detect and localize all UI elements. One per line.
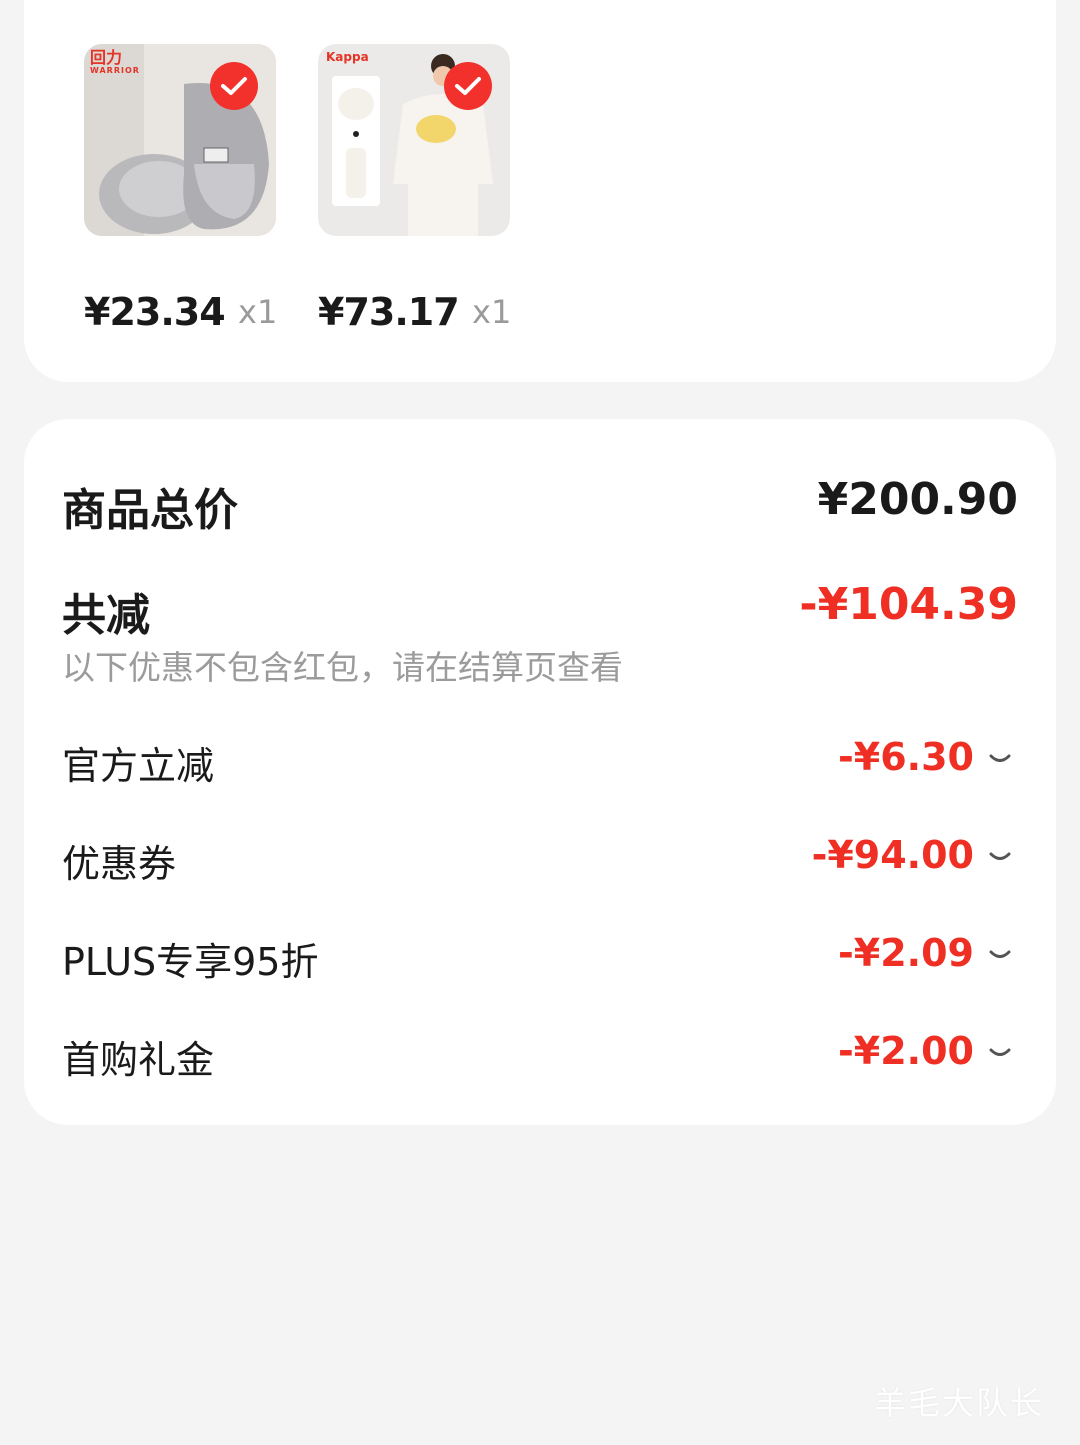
discount-item-label: PLUS专享95折: [62, 940, 319, 984]
watermark: 羊毛大队长: [873, 1384, 1044, 1422]
chevron-down-icon[interactable]: [988, 949, 1012, 963]
price-decimal: .34: [160, 290, 225, 334]
product-quantity: x1: [472, 293, 512, 331]
product-image-pajamas[interactable]: Kappa: [318, 44, 510, 236]
discount-item-value[interactable]: -¥2.09: [838, 931, 974, 975]
discount-item-value[interactable]: -¥2.00: [838, 1029, 974, 1073]
total-price-value: ¥200.90: [817, 474, 1018, 525]
discount-item-label: 首购礼金: [62, 1038, 215, 1082]
selected-check-icon[interactable]: [210, 62, 258, 110]
product-quantity: x1: [238, 293, 278, 331]
price-integer: ¥23: [84, 290, 161, 334]
chevron-down-icon[interactable]: [988, 753, 1012, 767]
discount-item-value[interactable]: -¥6.30: [838, 735, 974, 779]
chevron-down-icon[interactable]: [988, 851, 1012, 865]
selected-check-icon[interactable]: [444, 62, 492, 110]
products-card: 回力 WARRIOR Kappa ¥23.34 x1 ¥73.17 x1: [24, 0, 1056, 382]
total-discount-value: -¥104.39: [799, 579, 1018, 630]
discount-item-label: 官方立减: [62, 744, 215, 788]
product-price: ¥23.34: [84, 290, 226, 334]
product-image-slippers[interactable]: 回力 WARRIOR: [84, 44, 276, 236]
price-decimal: .17: [394, 290, 459, 334]
brand-logo-huili: 回力: [90, 48, 123, 67]
brand-logo-kappa: Kappa: [326, 50, 369, 64]
discount-note: 以下优惠不包含红包，请在结算页查看: [62, 648, 623, 687]
chevron-down-icon[interactable]: [988, 1047, 1012, 1061]
price-integer: ¥73: [318, 290, 395, 334]
brand-logo-warrior: WARRIOR: [90, 66, 140, 75]
price-summary-card: 商品总价 ¥200.90 共减 -¥104.39 以下优惠不包含红包，请在结算页…: [24, 419, 1056, 1125]
discount-item-value[interactable]: -¥94.00: [812, 833, 974, 877]
discount-item-label: 优惠券: [62, 842, 177, 886]
product-price: ¥73.17: [318, 290, 460, 334]
